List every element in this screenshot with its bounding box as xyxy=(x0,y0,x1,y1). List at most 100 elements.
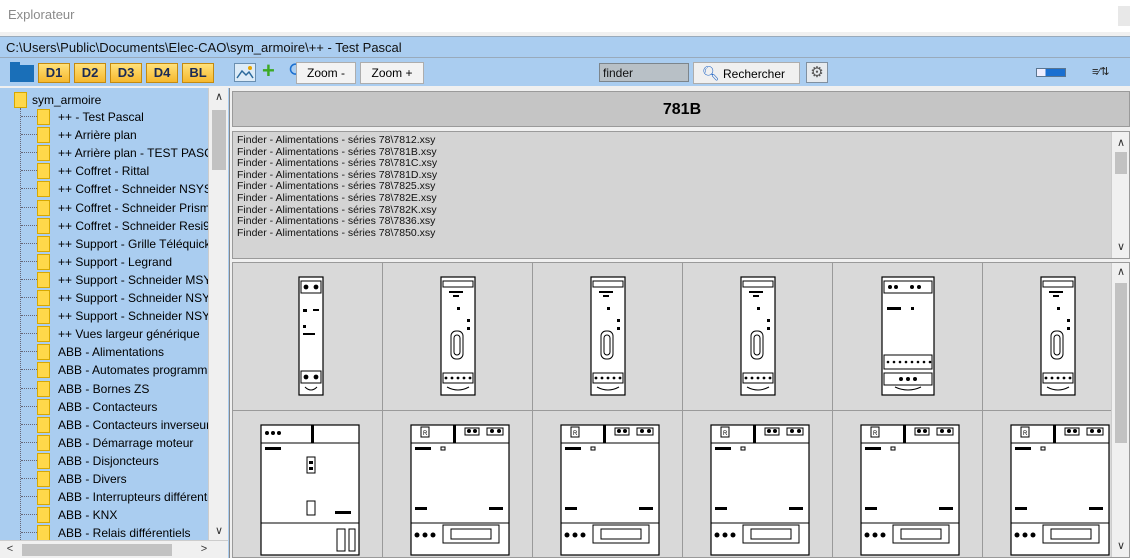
file-row[interactable]: Finder - Alimentations - séries 78\7812.… xyxy=(237,134,437,147)
search-button[interactable]: 🔍︎ Rechercher xyxy=(693,62,800,84)
tree-item[interactable]: ++ Coffret - Schneider NSYS xyxy=(21,180,208,198)
scroll-up-arrow[interactable]: ∧ xyxy=(1111,136,1129,149)
tree-item[interactable]: ++ Support - Schneider NSY xyxy=(21,289,208,307)
results-vertical-scrollbar[interactable]: ∧ ∨ xyxy=(1111,132,1129,258)
symbol-thumbnail[interactable] xyxy=(683,263,833,411)
explorer-window: Explorateur C:\Users\Public\Documents\El… xyxy=(0,0,1130,558)
symbol-thumbnail[interactable] xyxy=(983,263,1129,411)
symbol-thumbnail[interactable]: R xyxy=(383,411,533,557)
tree-item-label: ++ Arrière plan xyxy=(58,128,137,143)
tree-item[interactable]: ABB - Divers xyxy=(21,470,208,488)
folder-tree: sym_armoire ++ - Test Pascal ++ Arrière p… xyxy=(0,88,230,558)
d4-button[interactable]: D4 xyxy=(146,63,178,83)
search-input[interactable] xyxy=(599,63,689,82)
tree-item[interactable]: ABB - Contacteurs xyxy=(21,398,208,416)
grid-vertical-scrollbar[interactable]: ∧ ∨ xyxy=(1111,263,1129,557)
scroll-thumb[interactable] xyxy=(22,544,172,556)
symbol-thumbnail[interactable] xyxy=(383,263,533,411)
folder-icon xyxy=(37,434,50,451)
svg-text:R: R xyxy=(573,431,578,437)
scroll-left-arrow[interactable]: < xyxy=(0,543,20,555)
tree-item[interactable]: ++ Coffret - Schneider Prisma xyxy=(21,199,208,217)
folder-icon xyxy=(37,416,50,433)
tree-connector xyxy=(21,260,37,262)
tree-item-label: ABB - Relais différentiels xyxy=(58,526,191,540)
tree-item[interactable]: ABB - Alimentations xyxy=(21,343,208,361)
folder-icon xyxy=(37,163,50,180)
tree-item-label: ABB - Contacteurs xyxy=(58,399,158,414)
symbol-thumbnail[interactable]: R xyxy=(683,411,833,557)
tree-item[interactable]: ++ Coffret - Rittal xyxy=(21,162,208,180)
tree-item[interactable]: ++ Coffret - Schneider Resi9 xyxy=(21,217,208,235)
symbol-thumbnail[interactable]: R xyxy=(833,411,983,557)
file-row[interactable]: Finder - Alimentations - séries 78\7836.… xyxy=(237,216,437,228)
bl-button[interactable]: BL xyxy=(182,63,214,83)
tree-item[interactable]: ABB - KNX xyxy=(21,506,208,524)
file-row[interactable]: Finder - Alimentations - séries 78\7850.… xyxy=(237,227,437,240)
d2-button[interactable]: D2 xyxy=(74,63,106,83)
thumbnail-size-icon[interactable] xyxy=(1036,68,1066,77)
symbol-thumbnail[interactable]: R xyxy=(983,411,1129,557)
symbol-thumbnail[interactable] xyxy=(233,263,383,411)
tree-connector xyxy=(21,188,37,190)
folder-icon xyxy=(37,109,50,125)
tree-item[interactable]: ABB - Interrupteurs différenti xyxy=(21,488,208,506)
scroll-thumb[interactable] xyxy=(1115,152,1127,174)
tree-item[interactable]: ++ Support - Schneider NSY xyxy=(21,307,208,325)
tree-horizontal-scrollbar[interactable]: < > xyxy=(0,540,228,558)
d1-button[interactable]: D1 xyxy=(38,63,70,83)
tree-connector xyxy=(21,134,37,136)
tree-item[interactable]: ++ Support - Legrand xyxy=(21,253,208,271)
scroll-right-arrow[interactable]: > xyxy=(194,543,214,555)
scroll-thumb[interactable] xyxy=(212,110,226,170)
folder-icon xyxy=(37,326,50,343)
tree-item[interactable]: ABB - Disjoncteurs xyxy=(21,452,208,470)
tree-item[interactable]: ++ Support - Schneider MSY xyxy=(21,271,208,289)
tree-item[interactable]: ++ Arrière plan - TEST PASC xyxy=(21,144,208,162)
window-title: Explorateur xyxy=(8,7,75,22)
tree-item[interactable]: ABB - Relais différentiels xyxy=(21,524,208,540)
folder-icon xyxy=(37,271,50,288)
tree-item-label: ABB - KNX xyxy=(58,508,118,523)
folder-icon xyxy=(37,290,50,306)
folder-icon xyxy=(37,145,50,162)
folder-icon xyxy=(37,398,50,415)
tree-item[interactable]: ABB - Contacteurs inverseur xyxy=(21,416,208,434)
scroll-up-arrow[interactable]: ∧ xyxy=(1111,265,1129,278)
tree-item[interactable]: ++ Support - Grille Téléquick xyxy=(21,235,208,253)
sort-icon[interactable]: ≡⁄⇅ xyxy=(1092,65,1109,78)
scroll-up-arrow[interactable]: ∧ xyxy=(209,90,229,103)
window-corner-button[interactable] xyxy=(1118,6,1130,26)
tree-item[interactable]: ABB - Bornes ZS xyxy=(21,380,208,398)
scroll-down-arrow[interactable]: ∨ xyxy=(1111,240,1129,253)
scroll-down-arrow[interactable]: ∨ xyxy=(1111,539,1129,552)
tree-item[interactable]: ++ - Test Pascal xyxy=(21,108,208,126)
symbol-thumbnail[interactable] xyxy=(233,411,383,557)
image-icon[interactable] xyxy=(234,63,256,82)
scroll-down-arrow[interactable]: ∨ xyxy=(209,524,229,537)
settings-icon[interactable]: ⚙ xyxy=(806,62,828,83)
add-icon[interactable]: + xyxy=(262,60,275,82)
symbol-thumbnail[interactable]: R xyxy=(533,411,683,557)
zoom-out-button[interactable]: Zoom - xyxy=(296,62,356,84)
selected-symbol-name: 781B xyxy=(662,101,702,118)
folder-icon xyxy=(37,525,50,540)
tree-item-label: ABB - Divers xyxy=(58,472,127,486)
tree-item-label: ABB - Alimentations xyxy=(58,345,165,360)
file-row[interactable]: Finder - Alimentations - séries 78\782E.… xyxy=(237,192,437,205)
tree-connector xyxy=(21,152,37,154)
tree-item[interactable]: ABB - Démarrage moteur xyxy=(21,434,208,452)
tree-connector xyxy=(21,441,37,443)
symbol-thumbnail[interactable] xyxy=(533,263,683,411)
tree-connector xyxy=(21,170,37,172)
tree-item[interactable]: ABB - Automates programma xyxy=(21,361,208,379)
tree-vertical-scrollbar[interactable]: ∧ ∨ xyxy=(208,88,228,540)
symbol-thumbnail[interactable] xyxy=(833,263,983,411)
tree-item[interactable]: ++ Arrière plan xyxy=(21,126,208,144)
zoom-in-button[interactable]: Zoom + xyxy=(360,62,424,84)
folder-icon[interactable] xyxy=(10,62,34,82)
tree-item[interactable]: ++ Vues largeur générique xyxy=(21,325,208,343)
d3-button[interactable]: D3 xyxy=(110,63,142,83)
file-rows: Finder - Alimentations - séries 78\7812.… xyxy=(237,134,437,240)
scroll-thumb[interactable] xyxy=(1115,283,1127,443)
